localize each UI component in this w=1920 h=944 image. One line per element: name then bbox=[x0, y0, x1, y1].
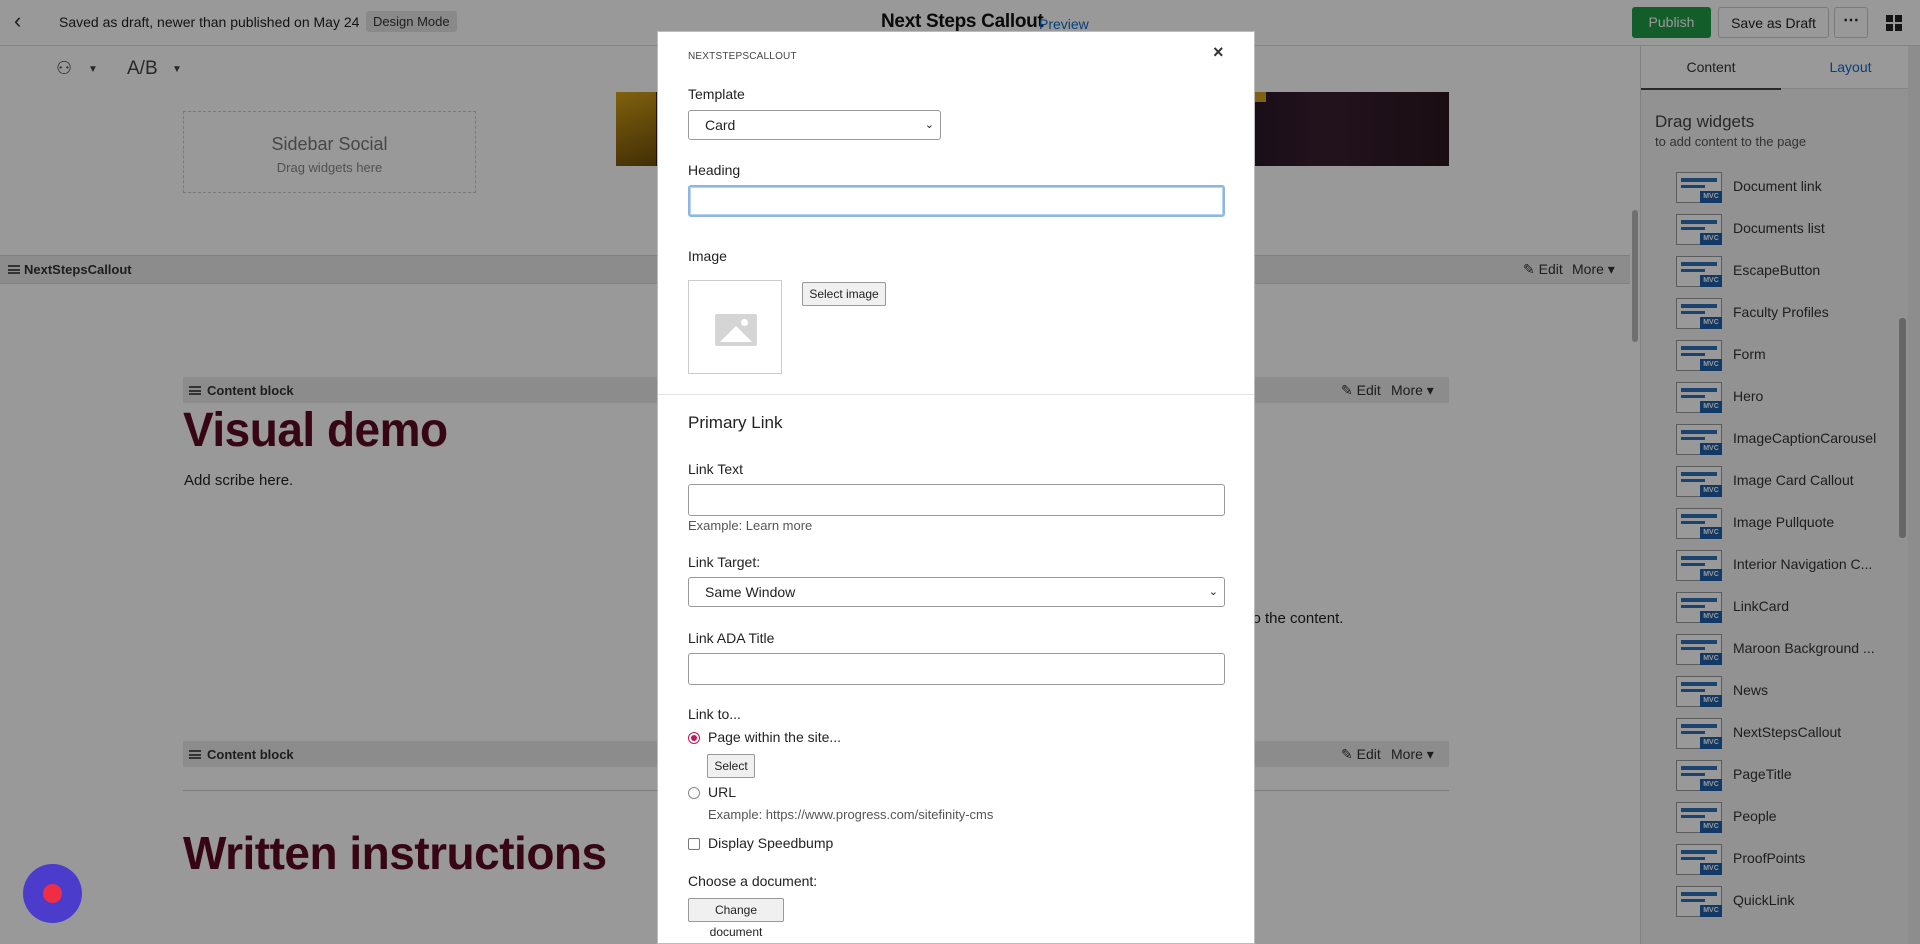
select-image-button[interactable]: Select image bbox=[802, 282, 886, 306]
image-label: Image bbox=[688, 248, 727, 264]
display-speedbump-checkbox[interactable] bbox=[688, 838, 700, 850]
widget-edit-dialog: NEXTSTEPSCALLOUT × Template Card ⌄ Headi… bbox=[657, 31, 1255, 944]
url-hint: Example: https://www.progress.com/sitefi… bbox=[708, 807, 994, 822]
link-text-label: Link Text bbox=[688, 461, 743, 477]
record-button[interactable] bbox=[23, 864, 82, 923]
link-text-hint: Example: Learn more bbox=[688, 518, 813, 533]
template-label: Template bbox=[688, 86, 745, 102]
dialog-title: NEXTSTEPSCALLOUT bbox=[688, 51, 797, 62]
close-icon[interactable]: × bbox=[1213, 42, 1224, 63]
choose-document-label: Choose a document: bbox=[688, 873, 818, 889]
link-text-input[interactable] bbox=[688, 484, 1225, 516]
url-label: URL bbox=[708, 784, 737, 800]
page-within-site-label: Page within the site... bbox=[708, 729, 842, 745]
url-radio[interactable] bbox=[688, 787, 700, 799]
link-to-label: Link to... bbox=[688, 706, 741, 722]
link-ada-title-label: Link ADA Title bbox=[688, 630, 775, 646]
display-speedbump-label: Display Speedbump bbox=[708, 835, 834, 851]
select-page-button[interactable]: Select bbox=[707, 754, 755, 778]
section-divider bbox=[658, 394, 1254, 395]
primary-link-section-title: Primary Link bbox=[688, 413, 783, 432]
image-placeholder bbox=[688, 280, 782, 374]
link-ada-title-input[interactable] bbox=[688, 653, 1225, 685]
link-target-value: Same Window bbox=[705, 584, 796, 600]
chevron-down-icon: ⌄ bbox=[924, 119, 934, 131]
template-select[interactable]: Card ⌄ bbox=[688, 110, 941, 140]
change-document-button[interactable]: Change document bbox=[688, 898, 784, 939]
image-icon bbox=[715, 314, 757, 346]
heading-label: Heading bbox=[688, 162, 741, 178]
link-target-label: Link Target: bbox=[688, 554, 761, 570]
chevron-down-icon: ⌄ bbox=[1208, 586, 1218, 598]
link-target-select[interactable]: Same Window ⌄ bbox=[688, 577, 1225, 607]
heading-input[interactable] bbox=[688, 185, 1225, 217]
record-icon bbox=[43, 884, 62, 903]
template-select-value: Card bbox=[705, 117, 736, 133]
page-within-site-radio[interactable] bbox=[688, 732, 700, 744]
